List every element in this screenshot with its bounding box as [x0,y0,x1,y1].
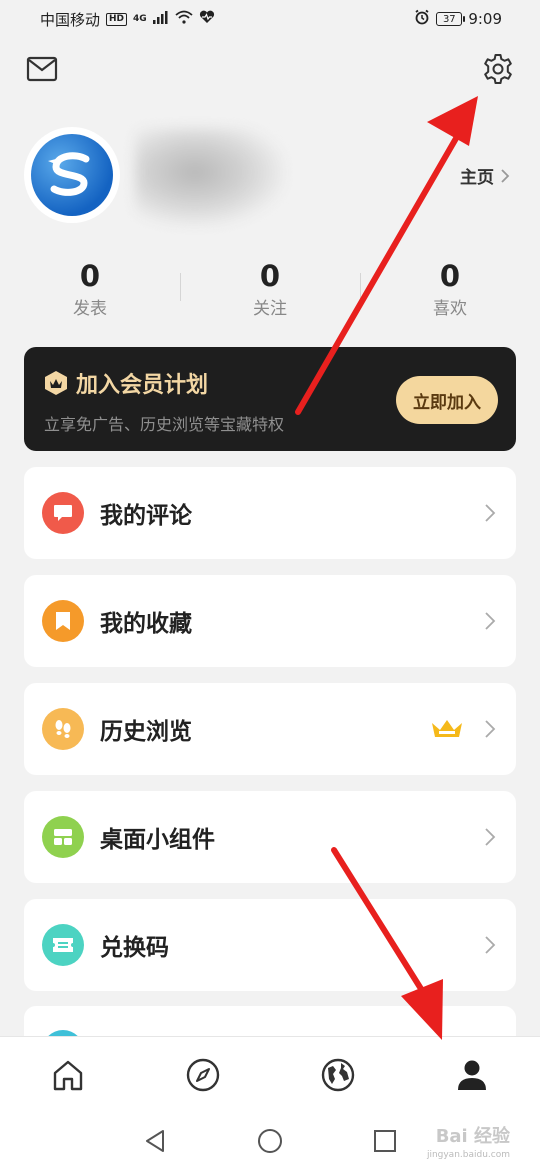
chevron-right-icon [485,936,496,954]
recents-button[interactable] [370,1126,400,1156]
stat-value: 0 [439,259,461,293]
chevron-right-icon [485,828,496,846]
crown-icon [432,720,462,737]
ticket-icon [42,924,84,966]
menu-item-history[interactable]: 历史浏览 [24,683,516,775]
widget-icon [42,816,84,858]
menu-label: 兑换码 [100,935,169,961]
user-icon [458,1060,486,1090]
home-icon [53,1060,83,1091]
nav-home[interactable] [48,1055,88,1095]
menu-label: 桌面小组件 [100,827,215,853]
alarm-icon [414,9,430,29]
menu-item-widgets[interactable]: 桌面小组件 [24,791,516,883]
s-logo-icon [48,152,90,196]
divider [180,273,181,301]
battery-indicator: 37 [436,12,466,26]
system-nav-bar: Bai 经验 jingyan.baidu.com [0,1114,540,1170]
network-badge: 4G [133,13,147,24]
join-now-button[interactable]: 立即加入 [396,376,498,424]
member-title: 加入会员计划 [76,373,209,398]
bottom-nav [0,1036,540,1115]
status-left: 中国移动 HD 4G [40,9,215,30]
stats-row: 0 发表 0 关注 0 喜欢 [0,257,540,327]
watermark: Bai 经验 [435,1126,510,1147]
recents-square-icon [374,1130,396,1152]
settings-button[interactable] [480,51,516,87]
homepage-link[interactable]: 主页 [460,163,510,188]
nav-discover[interactable] [183,1055,223,1095]
menu-label: 历史浏览 [100,719,192,745]
stat-label: 关注 [253,299,287,319]
home-circle-icon [258,1129,282,1153]
back-button[interactable] [140,1126,170,1156]
health-heart-icon [199,10,215,28]
comment-icon [42,492,84,534]
globe-icon [321,1058,355,1092]
stat-likes[interactable]: 0 喜欢 [390,257,510,323]
hd-badge: HD [106,12,128,26]
homepage-label: 主页 [460,168,494,188]
status-bar: 中国移动 HD 4G 37 9:09 [0,0,540,38]
nav-explore[interactable] [318,1055,358,1095]
blurred-username [135,128,285,226]
stat-value: 0 [79,259,101,293]
clock: 9:09 [468,10,502,28]
chevron-right-icon [485,504,496,522]
footprints-icon [42,708,84,750]
menu-item-comments[interactable]: 我的评论 [24,467,516,559]
avatar-logo [31,134,113,216]
chevron-right-icon [485,612,496,630]
carrier-label: 中国移动 [40,10,101,29]
stat-following[interactable]: 0 关注 [210,257,330,323]
member-subtitle: 立享免广告、历史浏览等宝藏特权 [44,415,285,434]
nav-profile[interactable] [452,1055,492,1095]
signal-icon [152,10,169,28]
chevron-right-icon [485,720,496,738]
home-button[interactable] [255,1126,285,1156]
stat-value: 0 [259,259,281,293]
stat-posts[interactable]: 0 发表 [30,257,150,323]
member-plan-card[interactable]: 加入会员计划 立享免广告、历史浏览等宝藏特权 立即加入 [24,347,516,451]
member-title-row: 加入会员计划 [44,367,208,399]
compass-icon [186,1058,220,1092]
menu-item-redeem-code[interactable]: 兑换码 [24,899,516,991]
status-right: 37 9:09 [414,9,502,29]
vip-hexagon-icon [45,371,67,395]
mail-icon [26,56,58,82]
menu-item-favorites[interactable]: 我的收藏 [24,575,516,667]
stat-label: 发表 [73,299,107,319]
chevron-right-icon [501,168,510,183]
wifi-icon [175,10,193,28]
back-triangle-icon [146,1130,164,1152]
gear-icon [484,54,512,84]
avatar[interactable] [24,127,120,223]
stat-label: 喜欢 [433,299,467,319]
menu-label: 我的收藏 [100,611,192,637]
watermark-url: jingyan.baidu.com [426,1150,510,1160]
mail-button[interactable] [24,51,60,87]
divider [360,273,361,301]
bookmark-icon [42,600,84,642]
menu-label: 我的评论 [100,503,192,529]
